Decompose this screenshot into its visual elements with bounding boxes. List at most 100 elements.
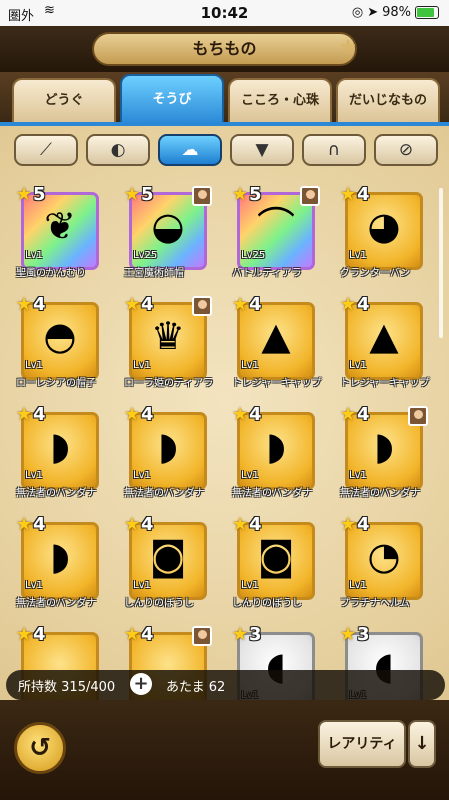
item-level: Lv1 [25, 580, 43, 591]
arrow-down-icon: ↓ [414, 733, 430, 754]
inventory-panel: どうぐ そうび こころ・心珠 だいじなもの ⟋ ◐ ☁ ▼ ∩ ⊘ ★ 5 ❦ Lv1… [0, 72, 449, 800]
rarity-star-icon: ★ [124, 514, 141, 535]
item-level: Lv1 [349, 580, 367, 591]
equipment-item[interactable]: ★ 5 ◒ Lv25 王宮魔術師帽 [124, 184, 212, 288]
inventory-counter: 所持数 315/400 + あたま 62 [6, 670, 445, 700]
equipment-item[interactable]: ★ 5 ❦ Lv1 聖風のかんむり [16, 184, 102, 288]
back-arrow-icon: ↺ [29, 733, 51, 763]
equipment-item[interactable]: ★ 4 ▲ Lv1 トレジャーキャップ [340, 294, 430, 398]
sword-icon: ⟋ [40, 140, 52, 160]
tab-bar: どうぐ そうび こころ・心珠 だいじなもの [0, 72, 449, 124]
rarity-value: 4 [249, 294, 262, 315]
rarity-star-icon: ★ [232, 624, 249, 645]
item-name: 無法者のバンダナ [124, 488, 205, 499]
item-name: 無法者のバンダナ [16, 598, 97, 609]
tab-key-items[interactable]: だいじなもの [336, 78, 440, 122]
tab-equipment[interactable]: そうび [120, 74, 224, 124]
equipped-character-icon [192, 186, 212, 206]
rarity-star-icon: ★ [340, 184, 357, 205]
equipment-item[interactable]: ★ 5 ⌒ Lv25 バトルティアラ [232, 184, 320, 288]
item-icon: ◗ [49, 534, 71, 578]
rarity-value: 4 [357, 404, 370, 425]
rarity-value: 4 [249, 514, 262, 535]
rarity-star-icon: ★ [16, 294, 33, 315]
item-level: Lv1 [133, 360, 151, 371]
tab-hearts[interactable]: こころ・心珠 [228, 78, 332, 122]
equipment-item[interactable]: ★ 4 ◙ Lv1 しんりのぼうし [232, 514, 318, 618]
battery-percent: 98% [382, 5, 411, 20]
item-level: Lv1 [349, 250, 367, 261]
accessory-icon: ⊘ [398, 140, 414, 160]
rarity-star-icon: ★ [16, 404, 33, 425]
equipment-item[interactable]: ★ 4 ▲ Lv1 トレジャーキャップ [232, 294, 322, 398]
rarity-value: 4 [33, 624, 46, 645]
rarity-value: 4 [33, 514, 46, 535]
tab-items[interactable]: どうぐ [12, 78, 116, 122]
ornament-right-icon: ⚜ [338, 36, 358, 61]
item-icon: ❦ [44, 204, 76, 248]
rarity-value: 4 [33, 404, 46, 425]
back-button[interactable]: ↺ [14, 722, 66, 774]
equipment-item[interactable]: ★ 4 ◔ Lv1 プラチナヘルム [340, 514, 426, 618]
rarity-star-icon: ★ [340, 404, 357, 425]
filter-accessory-button[interactable]: ⊘ [374, 134, 438, 166]
item-name: 無法者のバンダナ [16, 488, 97, 499]
rarity-star-icon: ★ [16, 514, 33, 535]
rarity-star-icon: ★ [340, 514, 357, 535]
filter-legs-button[interactable]: ∩ [302, 134, 366, 166]
rarity-value: 3 [249, 624, 262, 645]
item-name: バトルティアラ [232, 268, 302, 279]
rarity-value: 5 [249, 184, 262, 205]
rarity-star-icon: ★ [232, 184, 249, 205]
equipment-item[interactable]: ★ 4 ◗ Lv1 無法者のバンダナ [232, 404, 318, 508]
item-icon: ◕ [367, 204, 401, 248]
equipment-item[interactable]: ★ 4 ◗ Lv1 無法者のバンダナ [340, 404, 428, 508]
equipment-filter-bar: ⟋ ◐ ☁ ▼ ∩ ⊘ [0, 130, 449, 172]
rotation-lock-icon: ◎ [351, 5, 364, 20]
scrollbar[interactable] [439, 188, 443, 338]
item-name: グランターバン [340, 268, 411, 279]
item-name: トレジャーキャップ [232, 378, 322, 389]
item-name: しんりのぼうし [124, 598, 194, 609]
rarity-star-icon: ★ [232, 404, 249, 425]
item-level: Lv25 [133, 250, 158, 261]
item-name: プラチナヘルム [340, 598, 410, 609]
filter-weapon-button[interactable]: ⟋ [14, 134, 78, 166]
shield-icon: ◐ [110, 140, 126, 160]
item-name: 無法者のバンダナ [232, 488, 313, 499]
filter-head-button[interactable]: ☁ [158, 134, 222, 166]
filter-body-button[interactable]: ▼ [230, 134, 294, 166]
equipment-item[interactable]: ★ 4 ◗ Lv1 無法者のバンダナ [16, 404, 102, 508]
expand-inventory-button[interactable]: + [130, 673, 152, 695]
item-name: 聖風のかんむり [16, 268, 86, 279]
item-level: Lv1 [133, 580, 151, 591]
rarity-value: 3 [357, 624, 370, 645]
item-icon: ◗ [157, 424, 179, 468]
item-icon: ◗ [373, 424, 395, 468]
filter-shield-button[interactable]: ◐ [86, 134, 150, 166]
legs-icon: ∩ [327, 140, 341, 160]
item-level: Lv1 [241, 360, 259, 371]
item-icon: ⌒ [256, 204, 295, 248]
equipment-item[interactable]: ★ 4 ◗ Lv1 無法者のバンダナ [124, 404, 210, 508]
rarity-value: 4 [357, 184, 370, 205]
rarity-star-icon: ★ [124, 294, 141, 315]
item-icon: ♛ [150, 314, 186, 358]
item-level: Lv1 [25, 360, 43, 371]
status-bar: 圏外 ≋ 10:42 ◎ ➤ 98% [0, 0, 449, 26]
item-level: Lv1 [349, 470, 367, 481]
category-count: あたま 62 [166, 680, 226, 695]
location-icon: ➤ [367, 5, 379, 20]
equipment-item[interactable]: ★ 4 ◓ Lv1 ローレシアの帽子 [16, 294, 102, 398]
equipment-item[interactable]: ★ 4 ♛ Lv1 ローラ姫のティアラ [124, 294, 213, 398]
sort-rarity-button[interactable]: レアリティ [318, 720, 406, 768]
battery-icon [415, 6, 439, 19]
equipment-item[interactable]: ★ 4 ◙ Lv1 しんりのぼうし [124, 514, 210, 618]
rarity-star-icon: ★ [232, 294, 249, 315]
equipment-item[interactable]: ★ 4 ◗ Lv1 無法者のバンダナ [16, 514, 102, 618]
item-level: Lv1 [25, 250, 43, 261]
item-name: 王宮魔術師帽 [124, 268, 184, 279]
item-level: Lv25 [241, 250, 266, 261]
sort-direction-button[interactable]: ↓ [408, 720, 436, 768]
equipment-item[interactable]: ★ 4 ◕ Lv1 グランターバン [340, 184, 426, 288]
